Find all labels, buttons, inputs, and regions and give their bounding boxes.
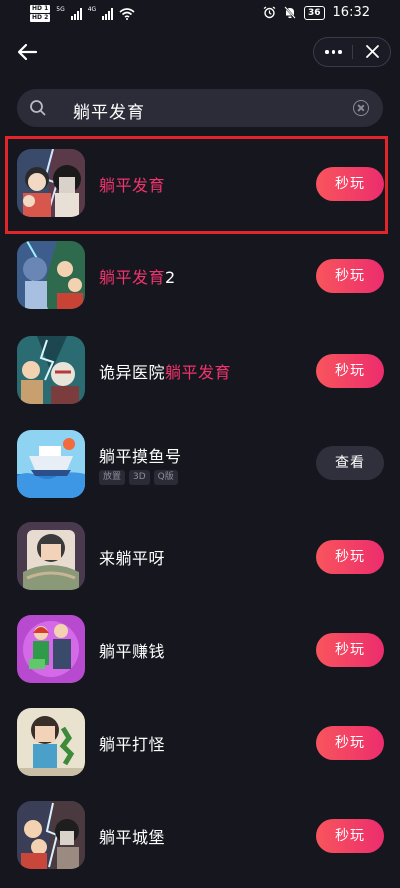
status-left: HD 1 HD 2 5G 4G	[30, 5, 135, 22]
instant-play-button[interactable]: 秒玩	[316, 633, 384, 667]
game-title: 躺平打怪	[99, 731, 165, 755]
instant-play-button[interactable]: 秒玩	[316, 259, 384, 293]
list-item[interactable]: 躺平赚钱 秒玩	[0, 615, 400, 687]
title-rest: 2	[165, 268, 176, 287]
capsule-divider	[352, 45, 353, 59]
instant-play-button[interactable]: 秒玩	[316, 354, 384, 388]
game-icon	[17, 241, 85, 309]
list-item[interactable]: 躺平发育2 秒玩	[0, 241, 400, 313]
game-title: 躺平发育2	[99, 264, 176, 288]
wifi-icon	[119, 7, 135, 20]
hd1-label: HD 1	[30, 5, 51, 13]
title-prefix: 来躺平呀	[99, 549, 166, 568]
game-icon	[17, 336, 85, 404]
status-bar: HD 1 HD 2 5G 4G 36 16:32	[0, 0, 400, 28]
clock: 16:32	[332, 5, 370, 20]
signal2-icon	[102, 7, 114, 20]
network-label: 4G	[87, 6, 97, 13]
game-title: 来躺平呀	[99, 545, 165, 569]
status-right: 36 16:32	[263, 5, 370, 20]
tag: 放置	[99, 470, 126, 485]
alarm-icon	[263, 6, 276, 19]
title-highlight: 躺平发育	[99, 268, 166, 287]
instant-play-button[interactable]: 秒玩	[316, 540, 384, 574]
game-icon	[17, 708, 85, 776]
game-title: 躺平城堡	[99, 824, 165, 848]
instant-play-button[interactable]: 秒玩	[316, 819, 384, 853]
list-item[interactable]: 诡异医院躺平发育 秒玩	[0, 336, 400, 408]
network2-label: 5G	[56, 6, 65, 13]
title-prefix: 躺平城堡	[99, 828, 166, 847]
tag: 3D	[129, 470, 150, 485]
more-icon[interactable]	[314, 38, 353, 66]
search-input[interactable]: 躺平发育	[73, 98, 145, 123]
game-icon	[17, 615, 85, 683]
signal-icon	[70, 7, 82, 20]
list-item[interactable]: 躺平摸鱼号 放置 3D Q版 查看	[0, 430, 400, 502]
back-arrow-icon[interactable]	[14, 38, 42, 66]
mute-bell-icon	[284, 6, 296, 19]
title-prefix: 诡异医院	[99, 363, 166, 382]
search-icon	[30, 100, 46, 116]
title-prefix: 躺平赚钱	[99, 642, 166, 661]
list-item[interactable]: 躺平打怪 秒玩	[0, 708, 400, 780]
title-prefix: 躺平摸鱼号	[99, 447, 182, 466]
game-icon	[17, 430, 85, 498]
game-icon	[17, 801, 85, 869]
game-title: 躺平赚钱	[99, 638, 165, 662]
close-icon[interactable]	[354, 38, 391, 66]
title-highlight: 躺平发育	[165, 363, 232, 382]
selection-highlight-box	[5, 136, 388, 234]
tag: Q版	[153, 470, 178, 485]
game-tags: 放置 3D Q版	[99, 470, 178, 485]
hd2-label: HD 2	[30, 14, 51, 22]
battery-level: 36	[304, 5, 325, 20]
list-item[interactable]: 躺平城堡 秒玩	[0, 801, 400, 873]
mini-program-capsule	[313, 37, 391, 67]
view-button[interactable]: 查看	[316, 446, 384, 480]
game-icon	[17, 522, 85, 590]
game-title: 躺平摸鱼号	[99, 443, 182, 467]
instant-play-button[interactable]: 秒玩	[316, 726, 384, 760]
search-bar[interactable]: 躺平发育	[17, 89, 383, 127]
list-item[interactable]: 来躺平呀 秒玩	[0, 522, 400, 594]
hd-indicator: HD 1 HD 2	[30, 5, 51, 22]
title-prefix: 躺平打怪	[99, 735, 166, 754]
game-title: 诡异医院躺平发育	[99, 359, 231, 383]
clear-search-icon[interactable]	[353, 100, 369, 116]
